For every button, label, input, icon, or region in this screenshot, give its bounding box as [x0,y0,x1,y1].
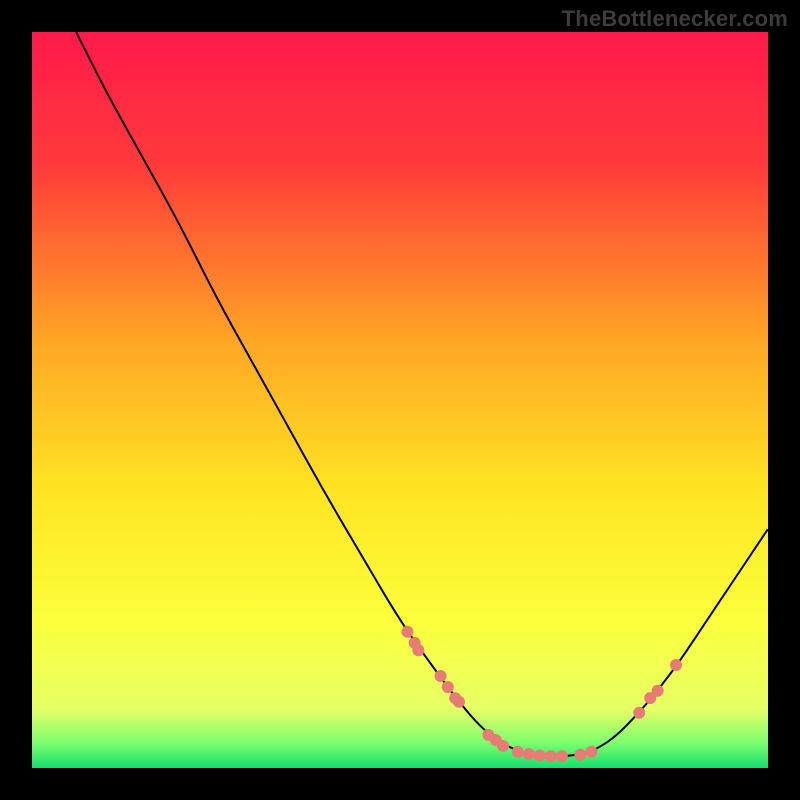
watermark-label: TheBottlenecker.com [562,6,788,32]
scatter-point [534,750,546,762]
scatter-point [585,746,597,758]
line-chart-svg [32,32,768,768]
plot-area [32,32,768,768]
gradient-background [32,32,768,768]
scatter-point [652,685,664,697]
scatter-point [497,740,509,752]
scatter-point [442,681,454,693]
scatter-point [412,644,424,656]
scatter-point [556,750,568,762]
scatter-point [453,696,465,708]
scatter-point [512,746,524,758]
scatter-point [633,707,645,719]
chart-frame: TheBottlenecker.com [0,0,800,800]
scatter-point [523,748,535,760]
scatter-point [545,750,557,762]
scatter-point [401,626,413,638]
scatter-point [670,659,682,671]
scatter-point [435,670,447,682]
scatter-point [574,749,586,761]
